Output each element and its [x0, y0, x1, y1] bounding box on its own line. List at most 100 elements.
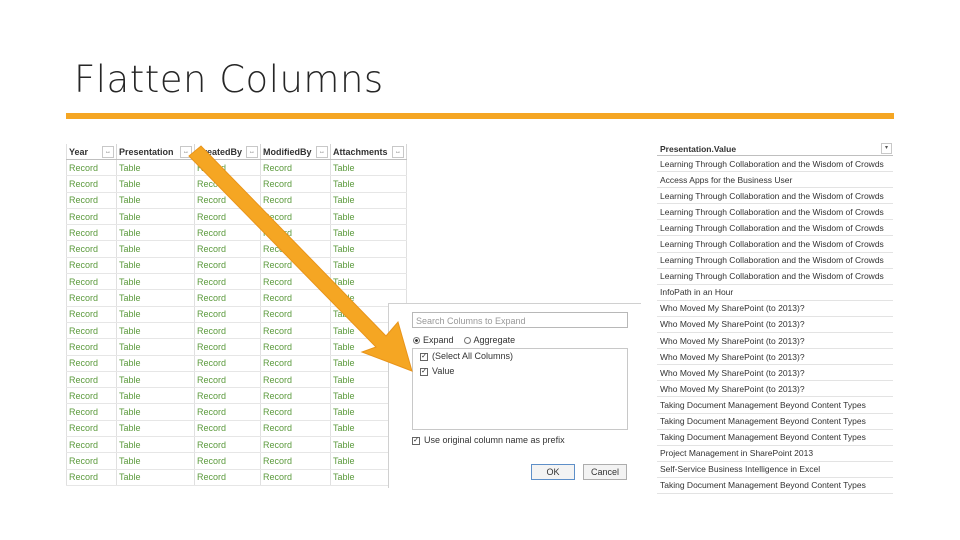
- table-cell-link[interactable]: Record: [260, 273, 331, 291]
- table-cell-link[interactable]: Record: [194, 420, 261, 438]
- select-all-checkbox[interactable]: ✓: [420, 352, 428, 361]
- table-cell-link[interactable]: Record: [66, 306, 117, 323]
- presentation-value-header[interactable]: Presentation.Value ▾: [657, 142, 893, 156]
- table-cell-link[interactable]: Record: [66, 175, 117, 193]
- table-cell-link[interactable]: Table: [116, 322, 195, 340]
- aggregate-radio[interactable]: [463, 337, 471, 345]
- prefix-option[interactable]: ✓ Use original column name as prefix: [412, 435, 565, 445]
- table-cell-link[interactable]: Record: [66, 257, 117, 275]
- value-row[interactable]: ✓ Value: [413, 364, 627, 379]
- table-cell-link[interactable]: Table: [116, 452, 195, 470]
- table-cell-link[interactable]: Record: [194, 403, 261, 421]
- table-cell-link[interactable]: Table: [116, 257, 195, 275]
- table-cell-link[interactable]: Record: [66, 387, 117, 405]
- table-cell-link[interactable]: Record: [66, 240, 117, 258]
- table-cell-link[interactable]: Table: [116, 387, 195, 405]
- table-cell-link[interactable]: Record: [66, 289, 117, 307]
- table-cell-link[interactable]: Table: [116, 420, 195, 438]
- table-cell-link[interactable]: Record: [260, 306, 331, 323]
- table-cell-link[interactable]: Table: [116, 403, 195, 421]
- cancel-button[interactable]: Cancel: [583, 464, 627, 480]
- table-cell-link[interactable]: Table: [330, 224, 407, 242]
- table-cell-link[interactable]: Table: [116, 273, 195, 291]
- table-cell-link[interactable]: Record: [66, 159, 117, 177]
- table-cell-link[interactable]: Table: [116, 208, 195, 226]
- table-cell-link[interactable]: Table: [116, 371, 195, 389]
- table-cell-link[interactable]: Table: [116, 159, 195, 177]
- table-cell-link[interactable]: Record: [260, 159, 331, 177]
- table-cell-link[interactable]: Record: [260, 403, 331, 421]
- table-cell-link[interactable]: Record: [66, 403, 117, 421]
- table-cell-link[interactable]: Record: [260, 387, 331, 405]
- column-header-modifiedby[interactable]: ModifiedBy ↔: [260, 144, 331, 160]
- table-cell-link[interactable]: Record: [66, 273, 117, 291]
- table-cell-link[interactable]: Record: [66, 436, 117, 454]
- table-cell-link[interactable]: Record: [260, 338, 331, 356]
- expand-column-icon[interactable]: ↔: [246, 146, 258, 158]
- ok-button[interactable]: OK: [531, 464, 575, 480]
- table-cell-link[interactable]: Record: [194, 192, 261, 209]
- table-cell-link[interactable]: Table: [330, 240, 407, 258]
- table-cell-link[interactable]: Record: [66, 338, 117, 356]
- table-cell-link[interactable]: Table: [116, 240, 195, 258]
- table-cell-link[interactable]: Record: [66, 469, 117, 486]
- table-cell-link[interactable]: Record: [260, 436, 331, 454]
- table-cell-link[interactable]: Record: [66, 371, 117, 389]
- table-cell-link[interactable]: Record: [194, 159, 261, 177]
- table-cell-link[interactable]: Record: [194, 452, 261, 470]
- table-cell-link[interactable]: Table: [116, 469, 195, 486]
- table-cell-link[interactable]: Table: [330, 257, 407, 275]
- table-cell-link[interactable]: Table: [330, 192, 407, 209]
- table-cell-link[interactable]: Record: [260, 192, 331, 209]
- table-cell-link[interactable]: Record: [260, 420, 331, 438]
- table-cell-link[interactable]: Record: [194, 338, 261, 356]
- table-cell-link[interactable]: Record: [194, 175, 261, 193]
- table-cell-link[interactable]: Record: [194, 240, 261, 258]
- filter-dropdown-icon[interactable]: ▾: [881, 143, 892, 154]
- table-cell-link[interactable]: Record: [66, 224, 117, 242]
- table-cell-link[interactable]: Record: [66, 322, 117, 340]
- table-cell-link[interactable]: Table: [116, 306, 195, 323]
- table-cell-link[interactable]: Table: [330, 159, 407, 177]
- expand-column-icon[interactable]: ↔: [102, 146, 114, 158]
- table-cell-link[interactable]: Record: [194, 306, 261, 323]
- table-cell-link[interactable]: Record: [194, 355, 261, 372]
- table-cell-link[interactable]: Table: [330, 273, 407, 291]
- table-cell-link[interactable]: Record: [66, 420, 117, 438]
- table-cell-link[interactable]: Record: [260, 208, 331, 226]
- search-columns-input[interactable]: Search Columns to Expand: [412, 312, 628, 328]
- table-cell-link[interactable]: Record: [260, 175, 331, 193]
- value-checkbox[interactable]: ✓: [420, 367, 428, 376]
- table-cell-link[interactable]: Record: [260, 452, 331, 470]
- table-cell-link[interactable]: Table: [116, 175, 195, 193]
- table-cell-link[interactable]: Record: [194, 387, 261, 405]
- table-cell-link[interactable]: Record: [66, 452, 117, 470]
- table-cell-link[interactable]: Record: [66, 208, 117, 226]
- table-cell-link[interactable]: Record: [194, 436, 261, 454]
- column-header-year[interactable]: Year ↔: [66, 144, 117, 160]
- table-cell-link[interactable]: Record: [260, 355, 331, 372]
- select-all-row[interactable]: ✓ (Select All Columns): [413, 349, 627, 364]
- prefix-checkbox[interactable]: ✓: [412, 436, 420, 445]
- column-header-presentation[interactable]: Presentation ↔: [116, 144, 195, 160]
- table-cell-link[interactable]: Record: [194, 289, 261, 307]
- column-header-attachments[interactable]: Attachments ↔: [330, 144, 407, 160]
- column-header-createdby[interactable]: CreatedBy ↔: [194, 144, 261, 160]
- table-cell-link[interactable]: Table: [116, 192, 195, 209]
- expand-column-icon[interactable]: ↔: [316, 146, 328, 158]
- table-cell-link[interactable]: Record: [194, 257, 261, 275]
- table-cell-link[interactable]: Record: [194, 371, 261, 389]
- table-cell-link[interactable]: Table: [330, 175, 407, 193]
- table-cell-link[interactable]: Record: [194, 469, 261, 486]
- table-cell-link[interactable]: Table: [116, 355, 195, 372]
- table-cell-link[interactable]: Table: [116, 224, 195, 242]
- expand-radio[interactable]: [413, 337, 420, 345]
- expand-column-icon[interactable]: ↔: [180, 146, 192, 158]
- table-cell-link[interactable]: Record: [260, 322, 331, 340]
- table-cell-link[interactable]: Record: [260, 371, 331, 389]
- table-cell-link[interactable]: Record: [194, 208, 261, 226]
- table-cell-link[interactable]: Record: [194, 322, 261, 340]
- table-cell-link[interactable]: Table: [116, 289, 195, 307]
- expand-column-icon[interactable]: ↔: [392, 146, 404, 158]
- table-cell-link[interactable]: Record: [194, 224, 261, 242]
